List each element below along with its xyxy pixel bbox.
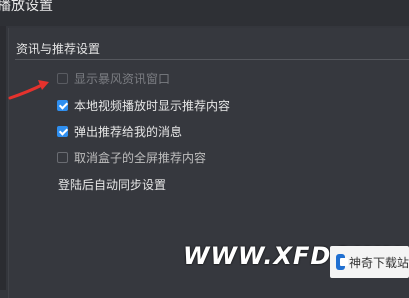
window-title: 播放设置	[0, 0, 53, 14]
checkbox-icon[interactable]	[57, 151, 68, 163]
option-label[interactable]: 本地视频播放时显示推荐内容	[74, 97, 230, 114]
watermark-badge-text: 神奇下载站	[348, 255, 409, 270]
checkbox-icon	[57, 72, 68, 84]
sync-settings-link[interactable]: 登陆后自动同步设置	[58, 176, 166, 193]
option-show-recommendations-local[interactable]: 本地视频播放时显示推荐内容	[57, 97, 230, 113]
watermark-badge: 神奇下载站	[330, 246, 409, 278]
annotation-arrow-icon	[8, 80, 49, 100]
window-title-bar: 播放设置	[0, 0, 409, 26]
option-cancel-fullscreen-recommend[interactable]: 取消盒子的全屏推荐内容	[57, 149, 206, 165]
left-nav-edge	[0, 26, 6, 290]
section-title: 资讯与推荐设置	[16, 42, 101, 56]
section-divider	[15, 59, 409, 60]
site-logo-icon	[336, 254, 348, 270]
checkbox-checked-icon[interactable]	[57, 125, 68, 137]
option-popup-messages[interactable]: 弹出推荐给我的消息	[57, 123, 182, 139]
option-show-news-window: 显示暴风资讯窗口	[57, 70, 170, 86]
option-label[interactable]: 取消盒子的全屏推荐内容	[74, 149, 206, 166]
checkbox-checked-icon[interactable]	[57, 99, 68, 111]
option-label: 显示暴风资讯窗口	[74, 71, 171, 86]
option-label[interactable]: 弹出推荐给我的消息	[74, 123, 182, 140]
